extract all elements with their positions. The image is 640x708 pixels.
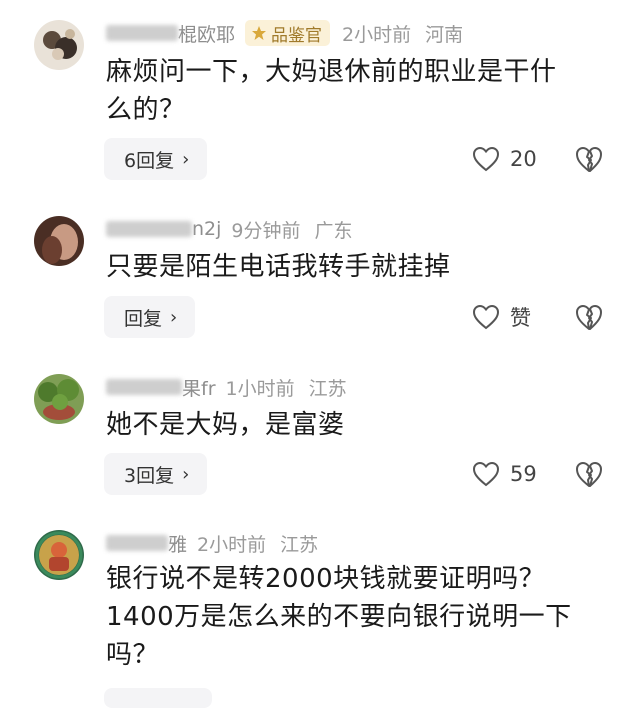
heart-outline-icon bbox=[472, 304, 500, 330]
comment-location: 广东 bbox=[314, 219, 353, 242]
comment-text-line: 1400万是怎么来的不要向银行说明一下 bbox=[106, 602, 572, 632]
gold-medal-icon bbox=[252, 26, 267, 40]
comment-text-line: 只要是陌生电话我转手就挂掉 bbox=[106, 252, 451, 282]
comment-meta: 雅 2小时前 江苏 bbox=[106, 530, 318, 556]
redacted-username bbox=[106, 379, 182, 395]
comment-time: 2小时前 bbox=[197, 533, 267, 556]
comment-text-line: 么的？ bbox=[106, 95, 186, 125]
comment-location: 河南 bbox=[425, 23, 464, 46]
reply-button[interactable]: 6回复 › bbox=[104, 138, 208, 180]
like-button[interactable]: 59 bbox=[472, 457, 537, 491]
comment-item: 雅 2小时前 江苏 银行说不是转2000块钱就要证明吗？ 1400万是怎么来的不… bbox=[0, 520, 640, 708]
badge-label: 品鉴官 bbox=[271, 25, 323, 46]
redacted-username bbox=[106, 221, 192, 237]
reply-button[interactable] bbox=[104, 688, 212, 708]
broken-heart-icon[interactable] bbox=[574, 144, 604, 174]
heart-outline-icon bbox=[472, 146, 500, 172]
like-button[interactable]: 20 bbox=[472, 142, 537, 176]
comment-location: 江苏 bbox=[308, 377, 347, 400]
like-count: 59 bbox=[510, 462, 537, 486]
username[interactable]: 棍欧耶 bbox=[178, 20, 235, 47]
status-badge: 品鉴官 bbox=[245, 20, 331, 46]
broken-heart-icon[interactable] bbox=[574, 459, 604, 489]
comment-meta: n2j 9分钟前 广东 bbox=[106, 216, 353, 242]
comment-text-line: 她不是大妈，是富婆 bbox=[106, 410, 345, 440]
comment-text: 她不是大妈，是富婆 bbox=[106, 406, 606, 444]
comment-item: n2j 9分钟前 广东 只要是陌生电话我转手就挂掉 回复 › 赞 bbox=[0, 200, 640, 360]
comment-location: 江苏 bbox=[280, 533, 319, 556]
reply-label: 6回复 bbox=[124, 149, 175, 172]
avatar[interactable] bbox=[34, 216, 84, 266]
comment-time: 2小时前 bbox=[342, 23, 412, 46]
chevron-right-icon: › bbox=[182, 148, 190, 170]
comment-text: 麻烦问一下，大妈退休前的职业是干什 么的？ bbox=[106, 53, 606, 129]
username[interactable]: 果fr bbox=[182, 374, 216, 401]
like-count: 20 bbox=[510, 147, 537, 171]
like-count: 赞 bbox=[510, 306, 531, 330]
comment-item: 棍欧耶 品鉴官 2小时前 河南 麻烦问一下，大妈退休前的职业是干什 么的？ 6回… bbox=[0, 0, 640, 200]
chevron-right-icon: › bbox=[170, 306, 178, 328]
like-button[interactable]: 赞 bbox=[472, 300, 531, 334]
reply-label: 回复 bbox=[124, 307, 163, 330]
username[interactable]: 雅 bbox=[168, 530, 187, 557]
comment-item: 果fr 1小时前 江苏 她不是大妈，是富婆 3回复 › 59 bbox=[0, 360, 640, 520]
comment-time: 1小时前 bbox=[225, 377, 295, 400]
avatar[interactable] bbox=[34, 530, 84, 580]
username[interactable]: n2j bbox=[192, 218, 221, 240]
comment-meta: 果fr 1小时前 江苏 bbox=[106, 374, 347, 400]
reply-label: 3回复 bbox=[124, 464, 175, 487]
reply-button[interactable]: 3回复 › bbox=[104, 453, 208, 495]
reply-button[interactable]: 回复 › bbox=[104, 296, 196, 338]
comment-meta: 棍欧耶 品鉴官 2小时前 河南 bbox=[106, 20, 463, 46]
comment-text: 只要是陌生电话我转手就挂掉 bbox=[106, 248, 606, 286]
heart-outline-icon bbox=[472, 461, 500, 487]
avatar[interactable] bbox=[34, 374, 84, 424]
broken-heart-icon[interactable] bbox=[574, 302, 604, 332]
avatar[interactable] bbox=[34, 20, 84, 70]
redacted-username bbox=[106, 535, 168, 551]
comment-text-line: 银行说不是转2000块钱就要证明吗？ bbox=[106, 564, 546, 594]
chevron-right-icon: › bbox=[182, 463, 190, 485]
comment-text-line: 麻烦问一下，大妈退休前的职业是干什 bbox=[106, 57, 557, 87]
comment-text-line: 吗？ bbox=[106, 640, 160, 670]
comment-time: 9分钟前 bbox=[231, 219, 301, 242]
comment-text: 银行说不是转2000块钱就要证明吗？ 1400万是怎么来的不要向银行说明一下 吗… bbox=[106, 560, 606, 674]
redacted-username bbox=[106, 25, 178, 41]
